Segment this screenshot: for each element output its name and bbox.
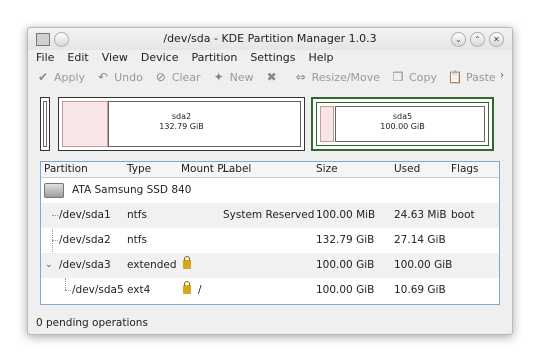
menu-device[interactable]: Device — [141, 50, 179, 66]
close-icon[interactable]: ✕ — [489, 32, 504, 47]
menu-file[interactable]: File — [36, 50, 54, 66]
apply-button[interactable]: ✔ Apply — [36, 70, 85, 84]
title-bar: /dev/sda - KDE Partition Manager 1.0.3 ⌄… — [28, 28, 512, 50]
col-used[interactable]: Used — [394, 163, 420, 175]
device-name: ATA Samsung SSD 840 — [72, 184, 192, 196]
title-bar-right-controls: ⌄ ⌃ ✕ — [451, 32, 504, 47]
graph-sda1[interactable] — [40, 97, 50, 151]
menu-help[interactable]: Help — [308, 50, 333, 66]
table-row[interactable]: /dev/sda1 ntfs System Reserved 100.00 Mi… — [41, 203, 499, 228]
window-title: /dev/sda - KDE Partition Manager 1.0.3 — [163, 32, 377, 45]
partition-table: Partition Type Mount P... Label Size Use… — [40, 161, 500, 305]
undo-icon: ↶ — [98, 70, 109, 84]
lock-icon — [183, 253, 191, 278]
clear-button[interactable]: ⊘ Clear — [154, 70, 201, 84]
checkmark-icon: ✔ — [37, 70, 49, 84]
table-row[interactable]: /dev/sda5 ext4 / 100.00 GiB 10.69 GiB — [41, 278, 499, 303]
col-type[interactable]: Type — [127, 163, 151, 175]
status-bar-text: 0 pending operations — [36, 317, 148, 329]
table-row[interactable]: ⌄ /dev/sda3 extended 100.00 GiB 100.00 G… — [41, 253, 499, 278]
table-row[interactable]: /dev/sda2 ntfs 132.79 GiB 27.14 GiB — [41, 228, 499, 253]
menu-edit[interactable]: Edit — [67, 50, 88, 66]
sticky-icon[interactable] — [54, 32, 69, 47]
paste-button[interactable]: 📋 Paste — [447, 70, 495, 84]
table-header: Partition Type Mount P... Label Size Use… — [41, 162, 499, 178]
partition-graph: sda2 132.79 GiB sda5 100.00 GiB — [40, 97, 500, 151]
clear-icon: ⊘ — [155, 70, 166, 84]
graph-sda5[interactable]: sda5 100.00 GiB — [316, 102, 489, 146]
minimize-icon[interactable]: ⌄ — [451, 32, 466, 47]
col-label[interactable]: Label — [223, 163, 251, 175]
window-menu-icon[interactable] — [36, 33, 50, 46]
title-bar-left-controls — [36, 32, 69, 47]
copy-icon: ❐ — [392, 70, 404, 84]
collapse-arrow-icon[interactable]: ⌄ — [45, 253, 53, 278]
menu-settings[interactable]: Settings — [250, 50, 295, 66]
col-flags[interactable]: Flags — [451, 163, 479, 175]
graph-sda2[interactable]: sda2 132.79 GiB — [58, 97, 305, 151]
toolbar: ✔ Apply ↶ Undo ⊘ Clear ✦ New ✖ ⇔ Resize/… — [28, 66, 512, 88]
undo-button[interactable]: ↶ Undo — [96, 70, 143, 84]
graph-sda5-name: sda5 — [392, 112, 413, 121]
graph-sda3-extended[interactable]: sda5 100.00 GiB — [311, 97, 494, 151]
main-window: /dev/sda - KDE Partition Manager 1.0.3 ⌄… — [27, 27, 513, 335]
copy-button[interactable]: ❐ Copy — [391, 70, 437, 84]
graph-sda2-name: sda2 — [171, 112, 192, 121]
delete-icon: ✖ — [266, 70, 277, 84]
toolbar-overflow-icon[interactable]: › — [500, 70, 504, 81]
hard-disk-icon — [44, 183, 64, 198]
device-row[interactable]: ATA Samsung SSD 840 — [41, 178, 499, 203]
delete-button[interactable]: ✖ — [265, 70, 283, 84]
menu-view[interactable]: View — [102, 50, 128, 66]
new-button[interactable]: ✦ New — [212, 70, 254, 84]
new-icon: ✦ — [213, 70, 224, 84]
col-partition[interactable]: Partition — [44, 163, 88, 175]
graph-sda5-size: 100.00 GiB — [380, 122, 425, 131]
menu-partition[interactable]: Partition — [191, 50, 237, 66]
lock-icon — [183, 278, 191, 303]
graph-sda2-size: 132.79 GiB — [159, 122, 204, 131]
col-size[interactable]: Size — [316, 163, 338, 175]
menu-bar: File Edit View Device Partition Settings… — [28, 50, 512, 66]
maximize-icon[interactable]: ⌃ — [470, 32, 485, 47]
paste-icon: 📋 — [447, 70, 463, 84]
resize-move-button[interactable]: ⇔ Resize/Move — [294, 70, 380, 84]
resize-icon: ⇔ — [295, 70, 306, 84]
